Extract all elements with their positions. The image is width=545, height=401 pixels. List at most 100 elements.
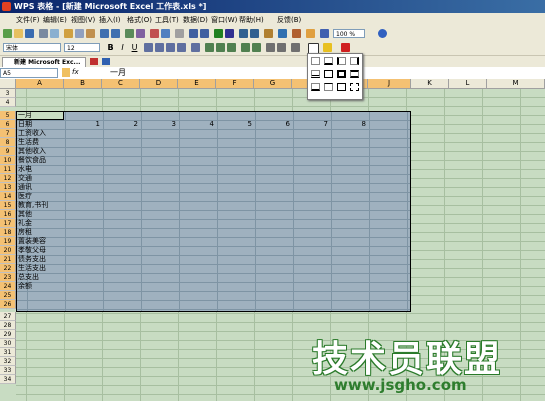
sort-icon[interactable] <box>136 29 145 38</box>
new-tab-icon[interactable] <box>102 58 110 65</box>
row-header[interactable]: 28 <box>0 321 16 330</box>
row-header[interactable]: 33 <box>0 366 16 375</box>
column-header-c[interactable]: C <box>102 79 140 89</box>
column-header-l[interactable]: L <box>449 79 487 89</box>
row-header[interactable]: 8 <box>0 138 16 147</box>
font-size-select[interactable]: 12 <box>64 43 100 52</box>
menu-file[interactable]: 文件(F) <box>16 15 40 25</box>
no-border-icon[interactable] <box>311 57 320 65</box>
row-header[interactable]: 23 <box>0 273 16 282</box>
paint-icon[interactable] <box>292 29 301 38</box>
row-header[interactable]: 18 <box>0 228 16 237</box>
function-icon[interactable] <box>62 68 70 77</box>
row-header[interactable]: 13 <box>0 183 16 192</box>
column-header-e[interactable]: E <box>178 79 216 89</box>
indent-icon[interactable] <box>277 43 286 52</box>
comma-icon[interactable] <box>227 43 236 52</box>
row-header[interactable]: 26 <box>0 300 16 309</box>
justify-icon[interactable] <box>177 43 186 52</box>
decrease-decimal-icon[interactable] <box>252 43 261 52</box>
align-right-icon[interactable] <box>166 43 175 52</box>
open-icon[interactable] <box>14 29 23 38</box>
outside-border-icon[interactable] <box>337 83 346 91</box>
selected-range[interactable] <box>16 111 411 312</box>
menu-data[interactable]: 数据(D) <box>183 15 208 25</box>
menu-tools[interactable]: 工具(T) <box>155 15 179 25</box>
formula-input[interactable]: 一月 <box>110 67 126 78</box>
zoom-select[interactable]: 100 % <box>333 29 365 38</box>
column-header-k[interactable]: K <box>411 79 449 89</box>
column-header-m[interactable]: M <box>487 79 545 89</box>
row-header[interactable]: 7 <box>0 129 16 138</box>
inside-border-icon[interactable] <box>350 83 359 91</box>
all-borders-icon[interactable] <box>324 70 333 78</box>
row-header[interactable]: 17 <box>0 219 16 228</box>
row-header[interactable]: 12 <box>0 174 16 183</box>
redo-icon[interactable] <box>111 29 120 38</box>
thick-box-border-icon[interactable] <box>337 70 346 78</box>
left-border-icon[interactable] <box>337 57 346 65</box>
hyperlink-icon[interactable] <box>214 29 223 38</box>
row-header[interactable]: 15 <box>0 201 16 210</box>
row-header[interactable]: 19 <box>0 237 16 246</box>
double-bottom-border-icon[interactable] <box>311 70 320 78</box>
zoom-icon[interactable] <box>320 29 329 38</box>
row-header[interactable]: 22 <box>0 264 16 273</box>
top-border-icon[interactable] <box>324 83 333 91</box>
help-icon[interactable] <box>378 29 387 38</box>
menu-view[interactable]: 视图(V) <box>71 15 95 25</box>
row-header[interactable]: 11 <box>0 165 16 174</box>
menu-insert[interactable]: 插入(I) <box>99 15 121 25</box>
row-header[interactable]: 32 <box>0 357 16 366</box>
row-header[interactable]: 34 <box>0 375 16 384</box>
column-header-d[interactable]: D <box>140 79 178 89</box>
autosum-icon[interactable] <box>225 29 234 38</box>
menu-format[interactable]: 格式(O) <box>127 15 152 25</box>
row-header[interactable]: 31 <box>0 348 16 357</box>
bold-button[interactable]: B <box>106 43 115 52</box>
italic-button[interactable]: I <box>118 43 127 52</box>
row-header[interactable]: 21 <box>0 255 16 264</box>
print-icon[interactable] <box>39 29 48 38</box>
sort-desc-icon[interactable] <box>250 29 259 38</box>
menu-window[interactable]: 窗口(W) <box>211 15 237 25</box>
cut-icon[interactable] <box>64 29 73 38</box>
copy-icon[interactable] <box>75 29 84 38</box>
column-header-b[interactable]: B <box>64 79 102 89</box>
percent-icon[interactable] <box>216 43 225 52</box>
sort-asc-icon[interactable] <box>239 29 248 38</box>
align-left-icon[interactable] <box>144 43 153 52</box>
folder-icon[interactable] <box>306 29 315 38</box>
undo2-icon[interactable] <box>189 29 198 38</box>
wrap-icon[interactable] <box>291 43 300 52</box>
name-box[interactable]: A5 <box>0 68 58 78</box>
select-all-corner[interactable] <box>0 79 16 89</box>
thick-bottom-border-icon[interactable] <box>311 83 320 91</box>
close-icon[interactable] <box>90 58 98 65</box>
chart-wizard-icon[interactable] <box>264 29 273 38</box>
row-header[interactable]: 9 <box>0 147 16 156</box>
image-icon[interactable] <box>161 29 170 38</box>
row-header[interactable]: 30 <box>0 339 16 348</box>
undo-icon[interactable] <box>100 29 109 38</box>
chart-icon[interactable] <box>150 29 159 38</box>
bottom-border-icon[interactable] <box>324 57 333 65</box>
merge-center-icon[interactable] <box>191 43 200 52</box>
menu-edit[interactable]: 编辑(E) <box>43 15 67 25</box>
menu-help[interactable]: 帮助(H) <box>239 15 264 25</box>
font-color-icon[interactable] <box>341 43 350 52</box>
increase-decimal-icon[interactable] <box>241 43 250 52</box>
font-name-select[interactable]: 宋体 <box>3 43 61 52</box>
fx-label[interactable]: fx <box>72 68 79 76</box>
right-border-icon[interactable] <box>350 57 359 65</box>
column-header-j[interactable]: J <box>368 79 411 89</box>
row-header[interactable]: 10 <box>0 156 16 165</box>
paste-icon[interactable] <box>86 29 95 38</box>
top-bottom-border-icon[interactable] <box>350 70 359 78</box>
preview-icon[interactable] <box>50 29 59 38</box>
currency-icon[interactable] <box>205 43 214 52</box>
row-header[interactable]: 24 <box>0 282 16 291</box>
row-header[interactable]: 16 <box>0 210 16 219</box>
fill-color-icon[interactable] <box>323 43 332 52</box>
sum-icon[interactable] <box>125 29 134 38</box>
